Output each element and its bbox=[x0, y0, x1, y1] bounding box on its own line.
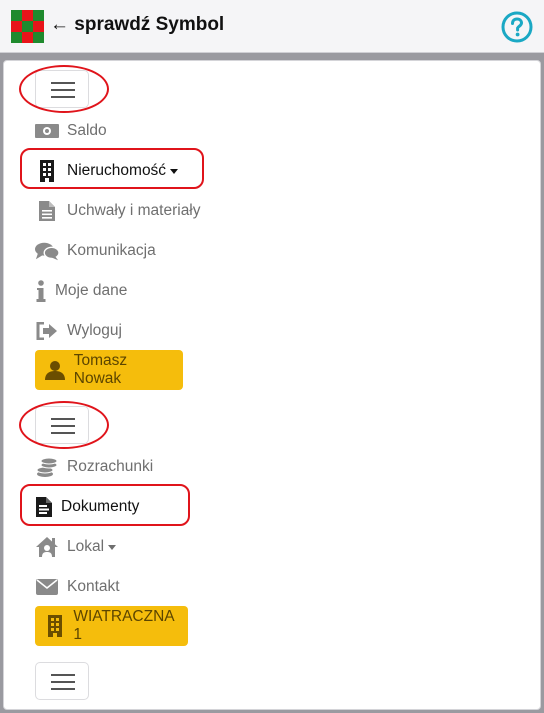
nav-item-label: Wyloguj bbox=[67, 322, 122, 339]
nav-item-wyloguj[interactable]: Wyloguj bbox=[35, 316, 122, 346]
help-icon[interactable] bbox=[501, 11, 533, 43]
nav-item-uchwaly[interactable]: Uchwały i materiały bbox=[35, 196, 201, 226]
document-icon bbox=[35, 199, 59, 223]
hamburger-bar bbox=[51, 681, 75, 683]
hamburger-bar bbox=[51, 688, 75, 690]
nav-item-kontakt[interactable]: Kontakt bbox=[35, 572, 120, 602]
nav-item-rozrachunki[interactable]: Rozrachunki bbox=[35, 452, 153, 482]
building-button[interactable]: WIATRACZNA 1 bbox=[35, 606, 188, 646]
logout-icon bbox=[35, 319, 59, 343]
nav-item-label: Uchwały i materiały bbox=[67, 202, 201, 219]
user-button[interactable]: Tomasz Nowak bbox=[35, 350, 183, 390]
nav-item-komunikacja[interactable]: Komunikacja bbox=[35, 236, 156, 266]
hamburger-bar bbox=[51, 674, 75, 676]
nav-item-label: Saldo bbox=[67, 122, 107, 139]
chat-icon bbox=[35, 239, 59, 263]
user-button-label: Tomasz Nowak bbox=[73, 352, 128, 387]
highlight-box bbox=[20, 484, 190, 526]
nav-item-label: Komunikacja bbox=[67, 242, 156, 259]
nav-item-moje-dane[interactable]: Moje dane bbox=[35, 276, 127, 306]
home-user-icon bbox=[35, 535, 59, 559]
nav-item-label: Kontakt bbox=[67, 578, 120, 595]
app-logo bbox=[11, 10, 44, 43]
nav-item-label: Rozrachunki bbox=[67, 458, 154, 475]
nav-item-label: Lokal bbox=[67, 538, 105, 555]
page-title[interactable]: ← sprawdź Symbol bbox=[50, 11, 224, 39]
title-text: sprawdź Symbol bbox=[74, 14, 225, 35]
back-arrow[interactable]: ← bbox=[50, 14, 69, 35]
info-icon bbox=[35, 279, 47, 303]
envelope-icon bbox=[35, 575, 59, 599]
highlight-oval bbox=[19, 65, 109, 113]
building-button-label: WIATRACZNA 1 bbox=[73, 608, 174, 643]
money-icon bbox=[35, 119, 59, 143]
user-icon bbox=[45, 359, 66, 381]
hamburger-menu-button[interactable] bbox=[35, 662, 89, 700]
navigation-panel: Saldo Nieruchomość Uchwały i materiały K… bbox=[3, 60, 541, 710]
highlight-oval bbox=[19, 401, 109, 449]
highlight-box bbox=[20, 148, 204, 189]
app-header: ← sprawdź Symbol bbox=[0, 0, 544, 53]
nav-item-lokal[interactable]: Lokal bbox=[35, 532, 117, 562]
nav-item-saldo[interactable]: Saldo bbox=[35, 116, 107, 146]
dropdown-caret-icon bbox=[108, 544, 117, 550]
coins-icon bbox=[35, 455, 59, 479]
nav-item-label: Moje dane bbox=[55, 282, 128, 299]
building-icon bbox=[45, 615, 65, 637]
